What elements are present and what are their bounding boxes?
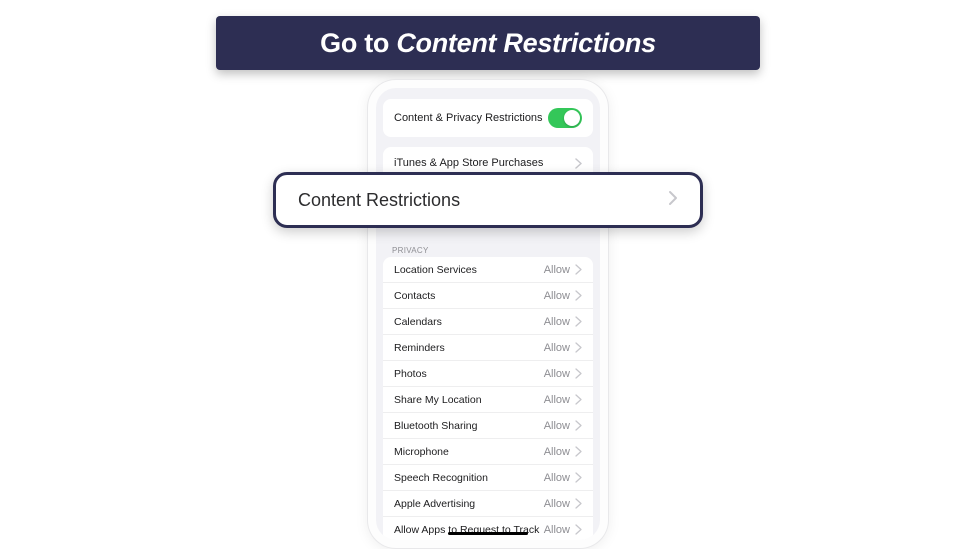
row-value: Allow [544,498,570,510]
list-item[interactable]: Reminders Allow [383,335,593,361]
chevron-right-icon [668,190,678,211]
list-item[interactable]: Photos Allow [383,361,593,387]
row-value: Allow [544,316,570,328]
chevron-right-icon [575,290,582,301]
privacy-list: Location Services Allow Contacts Allow C… [383,257,593,540]
list-item[interactable]: Share My Location Allow [383,387,593,413]
chevron-right-icon [575,446,582,457]
chevron-right-icon [575,524,582,535]
toggle-switch[interactable] [548,108,582,128]
chevron-right-icon [575,420,582,431]
row-value: Allow [544,290,570,302]
list-item[interactable]: Apple Advertising Allow [383,491,593,517]
highlight-label: Content Restrictions [298,190,460,211]
row-label: Contacts [394,290,435,302]
banner-emphasis: Content Restrictions [396,28,656,58]
toggle-card: Content & Privacy Restrictions [383,99,593,137]
row-value: Allow [544,342,570,354]
row-label: Calendars [394,316,442,328]
row-label: Reminders [394,342,445,354]
chevron-right-icon [575,498,582,509]
list-item[interactable]: Bluetooth Sharing Allow [383,413,593,439]
row-value: Allow [544,264,570,276]
banner-prefix: Go to [320,28,396,58]
row-value: Allow [544,472,570,484]
row-value: Allow [544,368,570,380]
row-label: Location Services [394,264,477,276]
chevron-right-icon [575,472,582,483]
row-value: Allow [544,420,570,432]
privacy-section-header: PRIVACY [376,242,600,257]
row-value: Allow [544,394,570,406]
phone-frame: Content & Privacy Restrictions iTunes & … [368,80,608,548]
banner-text: Go to Content Restrictions [320,28,656,59]
chevron-right-icon [575,316,582,327]
list-item[interactable]: Microphone Allow [383,439,593,465]
row-label: Photos [394,368,427,380]
row-label: Share My Location [394,394,482,406]
home-indicator [448,532,528,535]
row-value: Allow [544,524,570,536]
list-item[interactable]: Speech Recognition Allow [383,465,593,491]
row-label: Microphone [394,446,449,458]
row-value: Allow [544,446,570,458]
list-item[interactable]: Location Services Allow [383,257,593,283]
row-label: Speech Recognition [394,472,488,484]
chevron-right-icon [575,368,582,379]
chevron-right-icon [575,158,582,169]
row-label: iTunes & App Store Purchases [394,157,543,169]
row-label: Apple Advertising [394,498,475,510]
chevron-right-icon [575,264,582,275]
toggle-label: Content & Privacy Restrictions [394,112,543,124]
instruction-banner: Go to Content Restrictions [216,16,760,70]
content-privacy-restrictions-row[interactable]: Content & Privacy Restrictions [383,99,593,137]
chevron-right-icon [575,342,582,353]
row-label: Bluetooth Sharing [394,420,477,432]
phone-screen: Content & Privacy Restrictions iTunes & … [376,88,600,540]
chevron-right-icon [575,394,582,405]
list-item[interactable]: Contacts Allow [383,283,593,309]
content-restrictions-highlight-row[interactable]: Content Restrictions [273,172,703,228]
list-item[interactable]: Allow Apps to Request to Track Allow [383,517,593,540]
list-item[interactable]: Calendars Allow [383,309,593,335]
